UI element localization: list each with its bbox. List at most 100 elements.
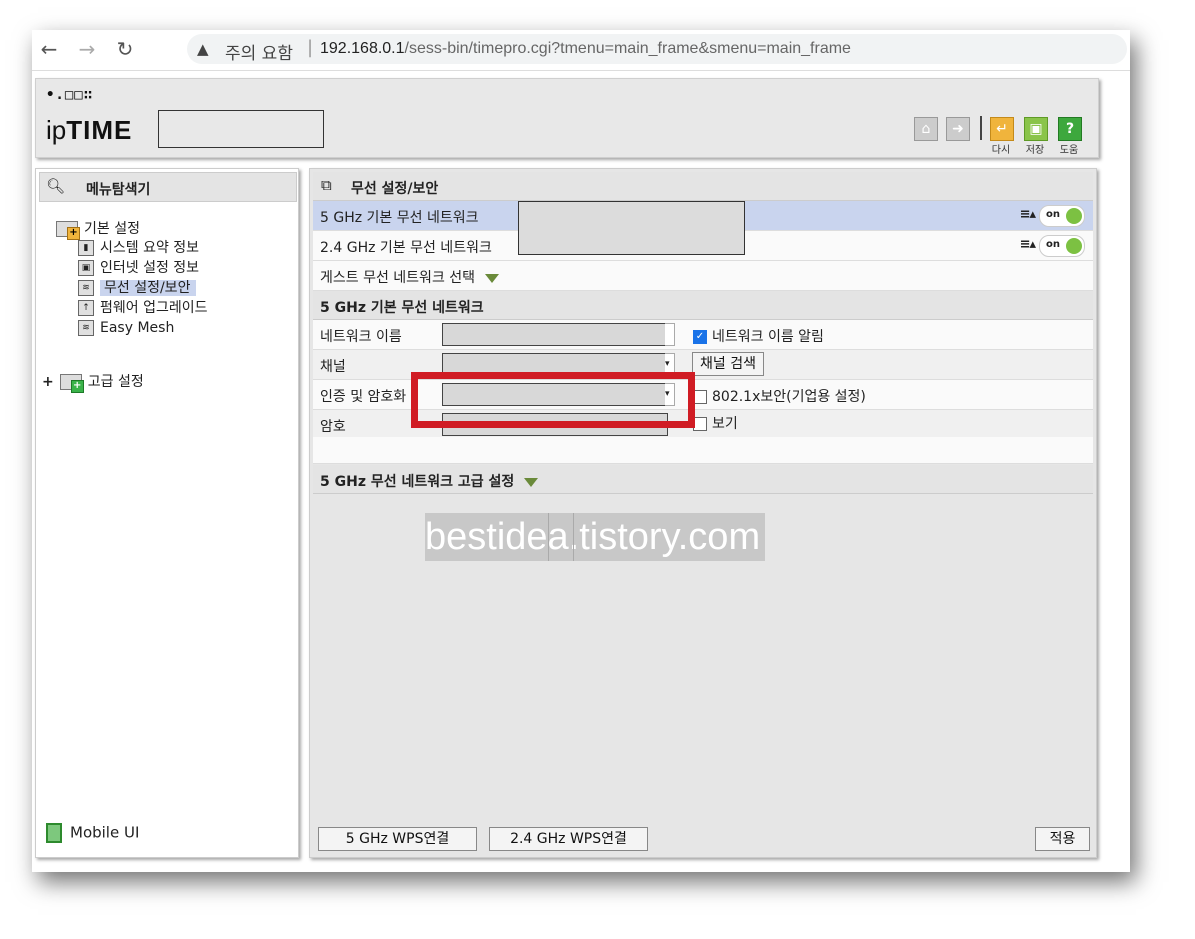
dropdown-triangle-icon (524, 477, 539, 487)
expand-icon[interactable]: + (42, 374, 54, 390)
broadcast-ssid-label: 네트워크 이름 알림 (712, 329, 824, 345)
folder-icon: + (59, 374, 84, 393)
tree-basic-settings-label: 기본 설정 (84, 221, 140, 237)
url-separator: | (307, 37, 314, 58)
password-label: 암호 (320, 419, 346, 435)
watermark-text: bestidea.tistory.com (425, 516, 761, 558)
folder-icon: + (56, 221, 80, 240)
address-bar[interactable]: ▲ 주의 요함 | 192.168.0.1/sess-bin/timepro.c… (187, 34, 1127, 64)
url-text: 192.168.0.1/sess-bin/timepro.cgi?tmenu=m… (320, 40, 851, 58)
wifi-lock-icon: ≡▴ (1019, 237, 1036, 252)
panel-icon: ⧉ (321, 176, 332, 194)
url-path: /sess-bin/timepro.cgi?tmenu=main_frame&s… (404, 40, 851, 57)
ieee8021x-checkbox-group[interactable]: 802.1x보안(기업용 설정) (693, 386, 866, 406)
router-header: •.□□∷ ipTIME ⌂ ➜ ↵ 다시 ▣ 저장 ? 도움 (35, 78, 1099, 158)
menu-explorer: 🔍︎ 메뉴탐색기 + 기본 설정 ▮ 시스템 요약 정보 ▣ 인터넷 설정 정보 ≋ 무… (35, 168, 299, 858)
redacted-ssid-box (518, 201, 745, 255)
logo-mark: •.□□∷ (46, 87, 94, 103)
channel-search-button[interactable]: 채널 검색 (692, 352, 764, 376)
highlight-annotation-box (411, 372, 695, 428)
sidebar-item-wireless-security[interactable]: ≋ 무선 설정/보안 (78, 278, 197, 298)
sidebar-item-firmware-upgrade[interactable]: ↑ 펌웨어 업그레이드 (78, 298, 208, 318)
guest-network-label: 게스트 무선 네트워크 선택 (320, 270, 476, 286)
watermark-divider (548, 513, 549, 561)
mobile-ui-label: Mobile UI (70, 823, 140, 842)
network-name-input-edge (665, 323, 675, 346)
toggle-label: on (1046, 209, 1060, 220)
sidebar-item-label: 시스템 요약 정보 (100, 240, 200, 256)
ieee8021x-label: 802.1x보안(기업용 설정) (712, 389, 866, 405)
network-name-label: 네트워크 이름 (320, 329, 402, 345)
tree-advanced-settings[interactable]: + + 고급 설정 (42, 372, 144, 393)
forward-icon[interactable]: → (76, 38, 98, 60)
checkbox-checked[interactable]: ✓ (693, 330, 707, 344)
toggle-24ghz[interactable]: on (1039, 235, 1085, 257)
save-icon[interactable]: ▣ (1024, 117, 1048, 141)
iptime-logo: ipTIME (46, 115, 132, 146)
panel-title: 무선 설정/보안 (351, 181, 439, 197)
show-password-label: 보기 (712, 416, 738, 432)
sidebar-item-easy-mesh[interactable]: ≋ Easy Mesh (78, 318, 174, 338)
show-password-checkbox-group[interactable]: 보기 (693, 413, 738, 433)
advanced-settings-title: 5 GHz 무선 네트워크 고급 설정 (320, 474, 515, 490)
guest-network-select[interactable]: 게스트 무선 네트워크 선택 (320, 267, 500, 287)
security-warning: 주의 요함 (225, 44, 293, 64)
logout-icon[interactable]: ➜ (946, 117, 970, 141)
help-icon[interactable]: ? (1058, 117, 1082, 141)
network-name-input[interactable] (442, 323, 668, 346)
sidebar-item-system-summary[interactable]: ▮ 시스템 요약 정보 (78, 238, 199, 258)
mobile-ui-link[interactable]: Mobile UI (46, 823, 139, 843)
restart-icon[interactable]: ↵ (990, 117, 1014, 141)
panel-header: ⧉ 무선 설정/보안 (313, 172, 1093, 201)
advanced-settings-toggle[interactable]: 5 GHz 무선 네트워크 고급 설정 (320, 471, 539, 491)
help-label: 도움 (1059, 145, 1079, 156)
toggle-label: on (1046, 239, 1060, 250)
section-5ghz-title: 5 GHz 기본 무선 네트워크 (320, 300, 484, 316)
toggle-knob (1066, 208, 1082, 224)
checkbox-unchecked[interactable] (693, 417, 707, 431)
auth-label: 인증 및 암호화 (320, 389, 407, 405)
tree-basic-settings[interactable]: + 기본 설정 (56, 219, 140, 240)
broadcast-ssid-checkbox-group[interactable]: ✓ 네트워크 이름 알림 (693, 326, 824, 346)
mobile-icon (46, 823, 62, 843)
sidebar-item-label: 무선 설정/보안 (100, 280, 197, 296)
reload-icon[interactable]: ↻ (114, 38, 136, 60)
save-label: 저장 (1025, 145, 1045, 156)
sidebar-item-label: 펌웨어 업그레이드 (100, 300, 208, 316)
advanced-settings-header[interactable]: 5 GHz 무선 네트워크 고급 설정 (313, 465, 1093, 494)
toggle-knob (1066, 238, 1082, 254)
wifi-lock-icon: ≡▴ (1019, 207, 1036, 222)
section-5ghz-header: 5 GHz 기본 무선 네트워크 (313, 291, 1093, 320)
channel-label: 채널 (320, 359, 346, 375)
blog-watermark: bestidea.tistory.com (425, 513, 765, 561)
tree-advanced-settings-label: 고급 설정 (87, 374, 144, 390)
search-icon: 🔍︎ (46, 177, 66, 195)
toggle-5ghz[interactable]: on (1039, 205, 1085, 227)
dropdown-triangle-icon (485, 273, 500, 283)
apply-button[interactable]: 적용 (1035, 827, 1090, 851)
menu-explorer-title: 메뉴탐색기 (86, 182, 151, 198)
network-5ghz-label: 5 GHz 기본 무선 네트워크 (320, 210, 479, 226)
sidebar-item-internet-settings[interactable]: ▣ 인터넷 설정 정보 (78, 258, 199, 278)
back-icon[interactable]: ← (38, 38, 60, 60)
sidebar-item-label: 인터넷 설정 정보 (100, 260, 200, 276)
watermark-divider (573, 513, 574, 561)
guest-network-row[interactable]: 게스트 무선 네트워크 선택 (313, 261, 1093, 291)
sidebar-item-label: Easy Mesh (100, 320, 175, 336)
redacted-model-box (158, 110, 324, 148)
network-24ghz-label: 2.4 GHz 기본 무선 네트워크 (320, 240, 492, 256)
wps-24ghz-button[interactable]: 2.4 GHz WPS연결 (489, 827, 648, 851)
wps-5ghz-button[interactable]: 5 GHz WPS연결 (318, 827, 477, 851)
warning-icon: ▲ (197, 40, 209, 58)
upgrade-icon: ↑ (78, 300, 94, 316)
home-icon[interactable]: ⌂ (914, 117, 938, 141)
form-spacer-row (313, 437, 1093, 464)
form-row-network-name: 네트워크 이름 ✓ 네트워크 이름 알림 (313, 320, 1093, 350)
url-host: 192.168.0.1 (320, 40, 405, 57)
menu-explorer-header: 🔍︎ 메뉴탐색기 (39, 172, 297, 202)
checkbox-unchecked[interactable] (693, 390, 707, 404)
network-icon: ▣ (78, 260, 94, 276)
restart-label: 다시 (991, 145, 1011, 156)
chart-icon: ▮ (78, 240, 94, 256)
wireless-icon: ≋ (78, 280, 94, 296)
